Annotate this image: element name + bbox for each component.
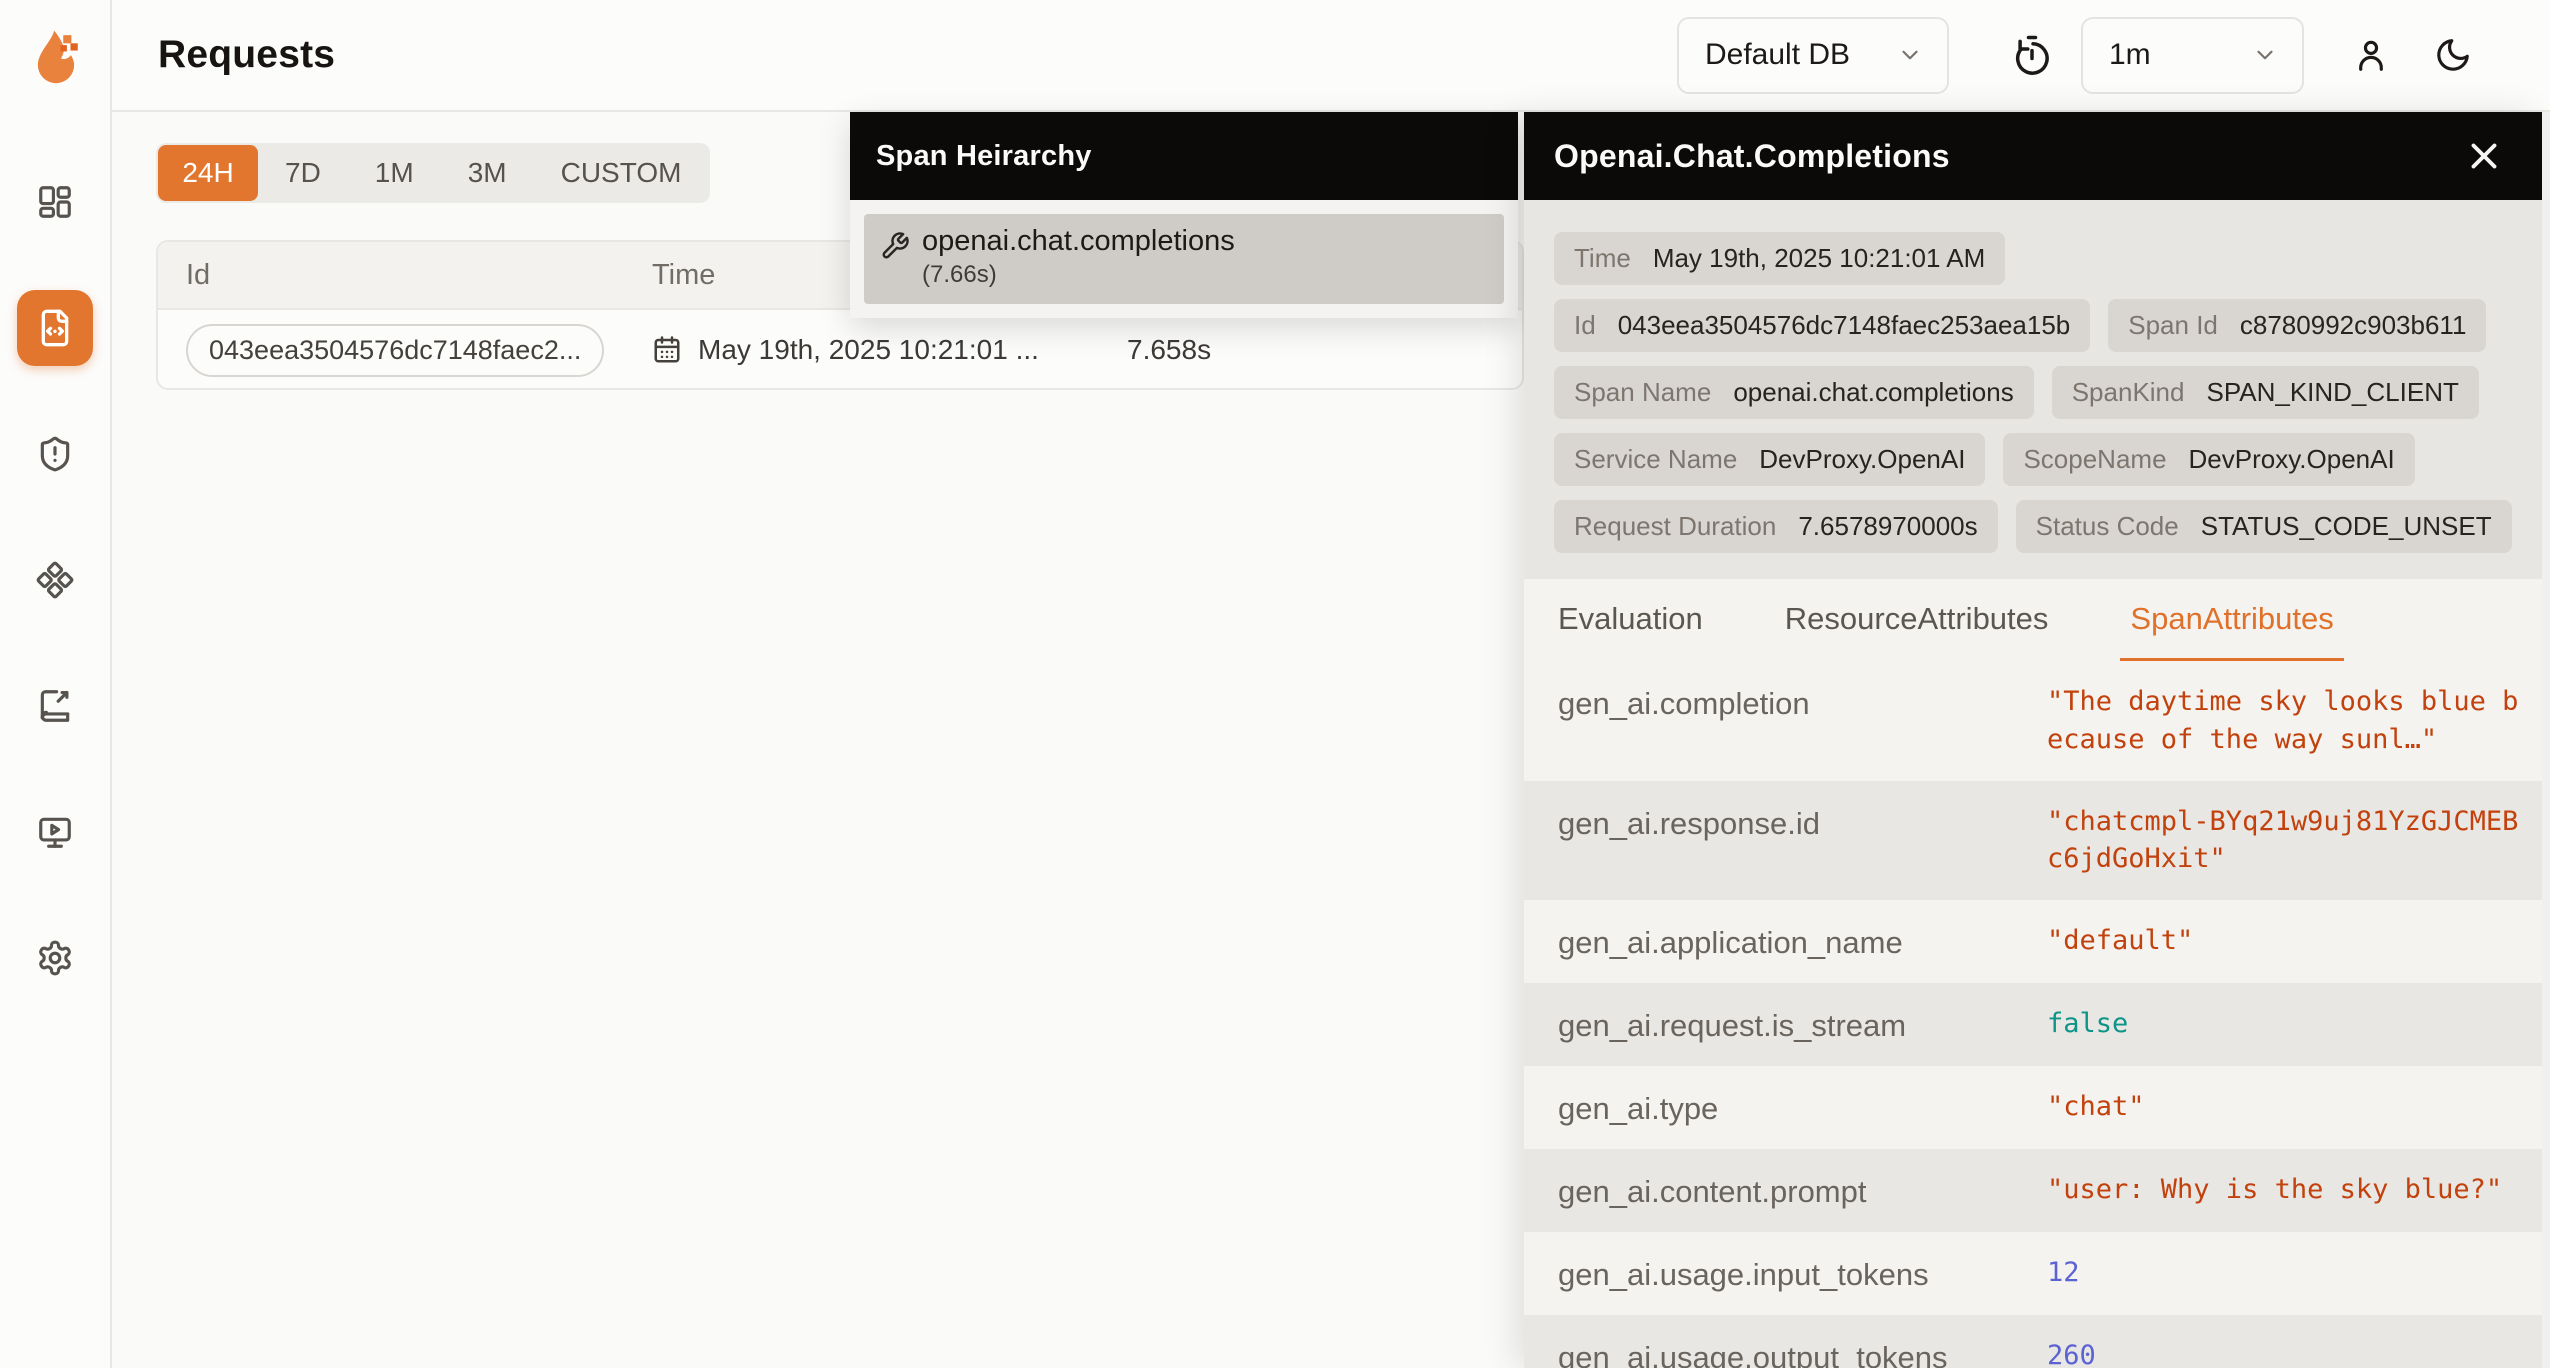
span-detail-panel: Openai.Chat.Completions TimeMay 19th, 20… <box>1524 112 2543 1368</box>
user-button[interactable] <box>2352 36 2390 74</box>
span-attributes-list: gen_ai.completion "The daytime sky looks… <box>1524 661 2543 1368</box>
diamonds-icon <box>36 561 74 599</box>
moon-icon <box>2434 36 2472 74</box>
span-hierarchy-title: Span Heirarchy <box>876 140 1092 173</box>
filter-3m[interactable]: 3M <box>441 145 534 201</box>
tab-span-attributes[interactable]: SpanAttributes <box>2120 579 2343 661</box>
sidebar-nav <box>0 164 110 996</box>
tab-resource-attributes[interactable]: ResourceAttributes <box>1775 579 2059 661</box>
attribute-row: gen_ai.content.prompt "user: Why is the … <box>1524 1149 2543 1232</box>
detail-title: Openai.Chat.Completions <box>1554 138 1950 175</box>
attribute-row: gen_ai.type "chat" <box>1524 1066 2543 1149</box>
table-row[interactable]: 043eea3504576dc7148faec2... May 19th, 20… <box>158 310 1522 390</box>
database-select[interactable]: Default DB <box>1677 17 1949 94</box>
chip-span-name: Span Nameopenai.chat.completions <box>1554 366 2034 419</box>
flame-logo-icon <box>27 27 85 85</box>
filter-24h[interactable]: 24H <box>158 145 258 201</box>
tab-evaluation[interactable]: Evaluation <box>1548 579 1713 661</box>
attribute-row: gen_ai.response.id "chatcmpl-BYq21w9uj81… <box>1524 781 2543 901</box>
chip-id: Id043eea3504576dc7148faec253aea15b <box>1554 299 2090 352</box>
page-scrollbar[interactable] <box>2542 112 2550 1368</box>
calendar-icon <box>652 335 682 365</box>
column-header-id: Id <box>186 259 652 292</box>
filter-custom[interactable]: CUSTOM <box>534 145 709 201</box>
attribute-row: gen_ai.usage.output_tokens 260 <box>1524 1315 2543 1368</box>
span-hierarchy-panel: Span Heirarchy openai.chat.completions (… <box>850 112 1518 318</box>
file-code-icon <box>35 308 75 348</box>
time-range-filter: 24H 7D 1M 3M CUSTOM <box>156 143 710 203</box>
close-icon <box>2463 135 2505 177</box>
filter-7d[interactable]: 7D <box>258 145 348 201</box>
sidebar <box>0 0 112 1368</box>
chip-scope-name: ScopeNameDevProxy.OpenAI <box>2003 433 2414 486</box>
span-metadata-chips: TimeMay 19th, 2025 10:21:01 AM Id043eea3… <box>1524 200 2543 579</box>
close-button[interactable] <box>2459 131 2509 181</box>
span-hierarchy-header: Span Heirarchy <box>850 112 1518 200</box>
shield-alert-icon <box>36 435 74 473</box>
user-icon <box>2352 36 2390 74</box>
chip-status-code: Status CodeSTATUS_CODE_UNSET <box>2016 500 2512 553</box>
detail-tabs-section: Evaluation ResourceAttributes SpanAttrib… <box>1524 579 2543 1368</box>
nav-item-settings[interactable] <box>17 920 93 996</box>
nav-item-notebook[interactable] <box>17 668 93 744</box>
topbar-controls: Default DB 1m <box>1677 17 2550 94</box>
timer-button[interactable] <box>2011 34 2053 76</box>
chip-service-name: Service NameDevProxy.OpenAI <box>1554 433 1985 486</box>
detail-tabs: Evaluation ResourceAttributes SpanAttrib… <box>1524 579 2543 661</box>
span-duration: (7.66s) <box>922 261 1235 289</box>
filter-1m[interactable]: 1M <box>348 145 441 201</box>
nav-item-requests[interactable] <box>17 290 93 366</box>
chip-request-duration: Request Duration7.6578970000s <box>1554 500 1998 553</box>
span-tree-item[interactable]: openai.chat.completions (7.66s) <box>864 214 1504 304</box>
page-title: Requests <box>158 33 335 77</box>
dark-mode-toggle[interactable] <box>2434 36 2472 74</box>
chevron-down-icon <box>2252 42 2278 68</box>
wrench-icon <box>880 225 922 261</box>
chip-span-id: Span Idc8780992c903b611 <box>2108 299 2486 352</box>
nav-item-security[interactable] <box>17 416 93 492</box>
attribute-row: gen_ai.usage.input_tokens 12 <box>1524 1232 2543 1315</box>
request-time: May 19th, 2025 10:21:01 ... <box>698 334 1039 366</box>
detail-header: Openai.Chat.Completions <box>1524 112 2543 200</box>
notebook-pen-icon <box>36 687 74 725</box>
nav-item-components[interactable] <box>17 542 93 618</box>
topbar: Requests Default DB 1m <box>112 0 2550 112</box>
timer-icon <box>2011 34 2053 76</box>
attribute-row: gen_ai.application_name "default" <box>1524 900 2543 983</box>
chip-time: TimeMay 19th, 2025 10:21:01 AM <box>1554 232 2005 285</box>
app-logo[interactable] <box>0 0 112 112</box>
database-select-value: Default DB <box>1705 38 1850 72</box>
attribute-row: gen_ai.request.is_stream false <box>1524 983 2543 1066</box>
chip-span-kind: SpanKindSPAN_KIND_CLIENT <box>2052 366 2479 419</box>
monitor-play-icon <box>36 813 74 851</box>
attribute-row: gen_ai.completion "The daytime sky looks… <box>1524 661 2543 781</box>
interval-select-value: 1m <box>2109 38 2151 72</box>
interval-select[interactable]: 1m <box>2081 17 2304 94</box>
nav-item-sessions[interactable] <box>17 794 93 870</box>
layout-dashboard-icon <box>36 183 74 221</box>
request-id-pill[interactable]: 043eea3504576dc7148faec2... <box>186 324 604 377</box>
settings-icon <box>36 939 74 977</box>
nav-item-dashboard[interactable] <box>17 164 93 240</box>
request-duration: 7.658s <box>1119 334 1494 366</box>
chevron-down-icon <box>1897 42 1923 68</box>
span-name: openai.chat.completions <box>922 225 1235 258</box>
